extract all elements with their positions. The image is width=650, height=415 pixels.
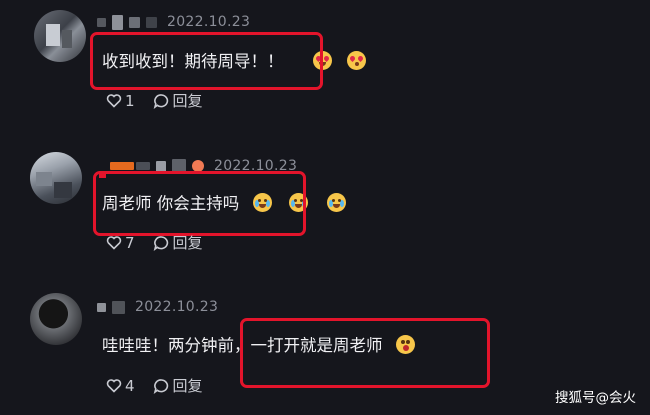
comment-text: 收到收到！期待周导！！ bbox=[102, 48, 366, 72]
like-button[interactable]: 7 bbox=[106, 234, 135, 252]
comment-text: 周老师 你会主持吗 bbox=[102, 190, 346, 214]
username-censored bbox=[112, 14, 123, 30]
comment-meta: 2022.10.23 bbox=[110, 156, 297, 176]
heart-icon bbox=[106, 94, 122, 108]
reply-button[interactable]: 回复 bbox=[153, 375, 203, 396]
username-censored bbox=[110, 162, 134, 170]
comment-actions: 7 回复 bbox=[106, 232, 221, 253]
avatar[interactable] bbox=[30, 152, 82, 204]
watermark: 搜狐号@会火 bbox=[555, 390, 636, 406]
peach-icon bbox=[192, 160, 204, 172]
like-button[interactable]: 1 bbox=[106, 92, 135, 110]
shocked-emoji bbox=[395, 335, 415, 354]
username-censored bbox=[129, 16, 140, 28]
comment-text-content: 哇哇哇！两分钟前，一打开就是周老师 bbox=[102, 336, 383, 355]
comment-bubble-icon bbox=[153, 235, 168, 251]
username-censored bbox=[136, 162, 150, 170]
reply-label: 回复 bbox=[172, 234, 203, 252]
username-censored bbox=[112, 300, 125, 314]
heart-icon bbox=[106, 236, 122, 250]
avatar[interactable] bbox=[30, 293, 82, 345]
avatar[interactable] bbox=[34, 10, 86, 62]
heart-icon bbox=[106, 379, 122, 393]
red-dot bbox=[99, 171, 106, 178]
like-button[interactable]: 4 bbox=[106, 377, 135, 395]
reply-button[interactable]: 回复 bbox=[153, 90, 203, 111]
heart-eyes-emoji bbox=[312, 51, 332, 70]
comment-text-content: 周老师 你会主持吗 bbox=[102, 194, 240, 213]
comment-text: 哇哇哇！两分钟前，一打开就是周老师 bbox=[102, 332, 415, 356]
comment-date: 2022.10.23 bbox=[135, 299, 219, 315]
blush-kiss-emoji bbox=[347, 51, 366, 70]
username-censored bbox=[97, 302, 106, 312]
comment-meta: 2022.10.23 bbox=[97, 12, 250, 32]
comment-meta: 2022.10.23 bbox=[97, 297, 218, 317]
username-censored bbox=[156, 160, 166, 172]
username-censored bbox=[172, 158, 186, 174]
like-count: 4 bbox=[125, 376, 135, 395]
comment-actions: 1 回复 bbox=[106, 90, 221, 111]
reply-label: 回复 bbox=[172, 377, 203, 395]
reply-button[interactable]: 回复 bbox=[153, 232, 203, 253]
like-count: 7 bbox=[125, 233, 135, 252]
reply-label: 回复 bbox=[172, 92, 203, 110]
comment-date: 2022.10.23 bbox=[167, 14, 251, 30]
like-count: 1 bbox=[125, 91, 135, 110]
comment-actions: 4 回复 bbox=[106, 375, 221, 396]
crying-laugh-emoji bbox=[327, 193, 346, 212]
username-censored bbox=[97, 17, 106, 27]
comment-bubble-icon bbox=[153, 93, 168, 109]
crying-laugh-emoji bbox=[252, 193, 272, 212]
crying-laugh-emoji bbox=[288, 193, 308, 212]
comment-date: 2022.10.23 bbox=[214, 158, 298, 174]
username-censored bbox=[146, 16, 157, 28]
comment-text-content: 收到收到！期待周导！！ bbox=[102, 52, 284, 71]
comment-bubble-icon bbox=[153, 378, 168, 394]
